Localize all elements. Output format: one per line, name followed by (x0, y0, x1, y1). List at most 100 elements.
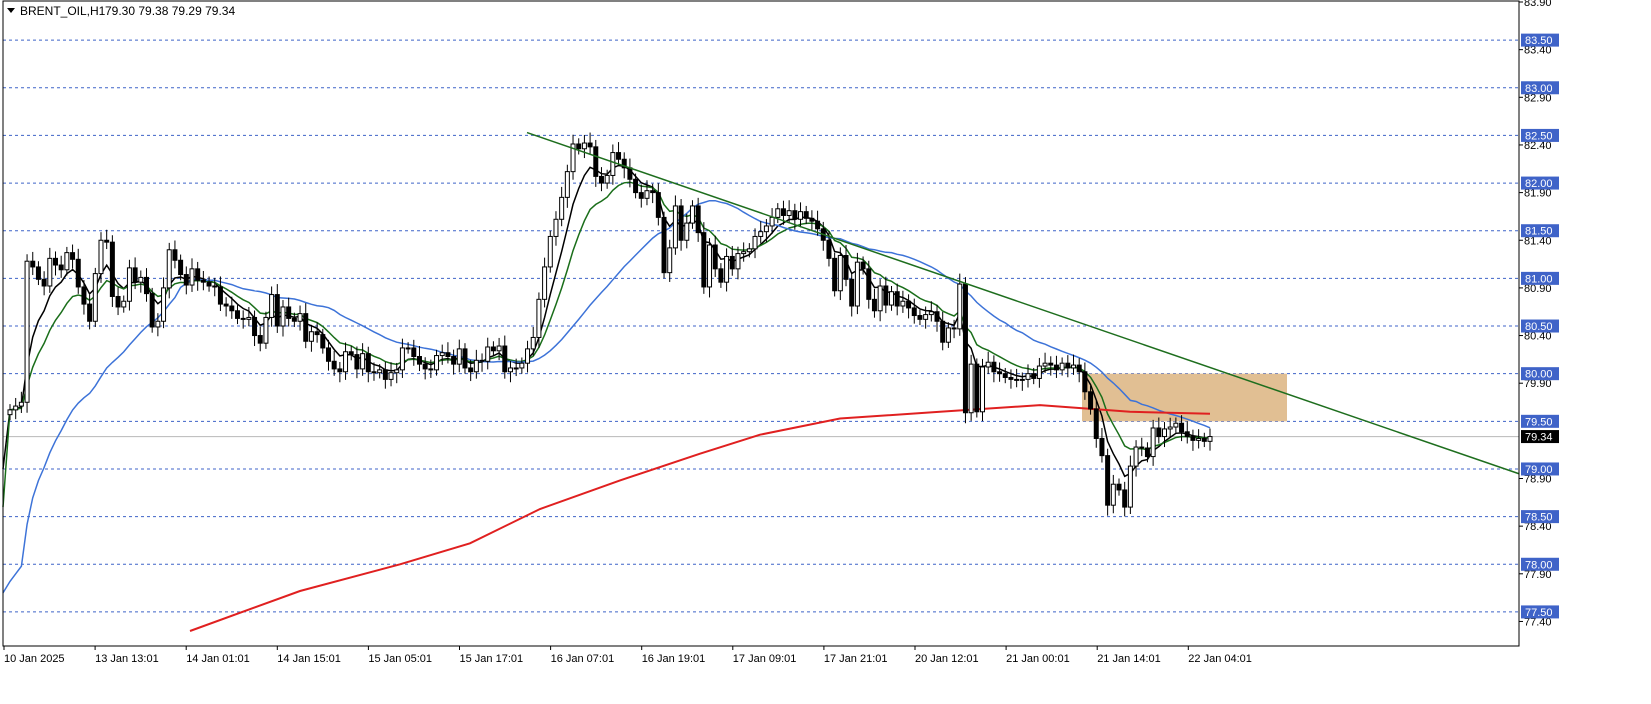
x-tick-label: 21 Jan 00:01 (1006, 653, 1070, 665)
candle (70, 244, 76, 269)
candle (667, 239, 673, 282)
candle (724, 248, 730, 292)
candle (576, 138, 582, 155)
candle (985, 351, 991, 374)
candle (195, 261, 201, 291)
candle (729, 245, 735, 276)
candle (274, 284, 280, 333)
price-chart[interactable]: 83.9083.4082.9082.4081.9081.4080.9080.40… (0, 0, 1651, 704)
candle (234, 305, 240, 325)
x-tick-label: 21 Jan 14:01 (1097, 653, 1161, 665)
candle (877, 279, 883, 322)
candle (308, 324, 314, 352)
candle (1076, 358, 1082, 383)
price-level-text: 82.00 (1525, 178, 1553, 190)
candle (24, 254, 30, 413)
candle (940, 311, 946, 351)
candle (485, 337, 491, 370)
candle (1150, 419, 1156, 466)
candle (957, 273, 963, 336)
candle (115, 287, 121, 316)
candle (906, 294, 912, 319)
candle (570, 134, 576, 180)
candle (58, 255, 64, 278)
candle (98, 232, 104, 283)
candle (553, 211, 559, 246)
candle (889, 285, 895, 311)
candle (360, 343, 366, 376)
price-level-text: 80.00 (1525, 369, 1553, 381)
menu-triangle-icon[interactable] (7, 8, 15, 13)
candle (661, 211, 667, 279)
candle (564, 164, 570, 208)
candle (462, 343, 468, 374)
x-tick-label: 14 Jan 01:01 (186, 653, 250, 665)
price-level-badge: 80.00 (1521, 367, 1559, 381)
candle (598, 167, 604, 192)
candle (581, 134, 587, 159)
candle (337, 361, 343, 383)
candle (832, 252, 838, 297)
candle (490, 341, 496, 357)
y-tick-label: 83.90 (1524, 0, 1552, 9)
x-tick-label: 13 Jan 13:01 (95, 653, 159, 665)
candle (286, 297, 292, 327)
candle (1184, 421, 1190, 444)
price-level-badge: 81.50 (1521, 224, 1559, 238)
candle (41, 271, 47, 296)
candle (593, 139, 599, 187)
price-level-badge: 78.50 (1521, 510, 1559, 524)
price-level-badge: 80.50 (1521, 319, 1559, 333)
supply-zone-box[interactable] (1082, 373, 1287, 422)
grid-layer (3, 39, 1519, 613)
current-price-text: 79.34 (1525, 432, 1553, 444)
candle (1116, 478, 1122, 496)
x-axis: 10 Jan 2025 13 Jan 13:01 14 Jan 01:01 14 Ja… (3, 646, 1252, 665)
candle (911, 298, 917, 324)
ma-slow-line (2, 199, 1211, 594)
candle (280, 300, 286, 337)
descending-trendline[interactable] (526, 131, 1520, 475)
candle (75, 248, 81, 294)
candle (178, 254, 184, 281)
price-level-text: 79.00 (1525, 464, 1553, 476)
header: BRENT_OIL,H1 79.30 79.38 79.29 79.34 (7, 4, 235, 18)
candle (1110, 474, 1116, 514)
candle (803, 205, 809, 225)
candle (303, 303, 309, 349)
symbol-label: BRENT_OIL,H1 (20, 4, 106, 18)
price-level-text: 83.00 (1525, 83, 1553, 95)
candle (35, 261, 41, 286)
candle (655, 183, 661, 226)
chart-root[interactable]: 83.90 83.40 82.90 82.40 81.90 81.40 80.90 80.40… (0, 0, 1651, 704)
candle (968, 354, 974, 421)
candle (547, 230, 553, 273)
current-price-badge: 79.34 (1521, 430, 1559, 444)
candle (314, 322, 320, 343)
candle (149, 287, 155, 333)
price-level-text: 79.50 (1525, 416, 1553, 428)
price-level-badge: 78.00 (1521, 557, 1559, 571)
candle-layer (7, 132, 1213, 517)
candle (1099, 427, 1105, 463)
candle (519, 357, 525, 374)
candle (974, 358, 980, 418)
candle (616, 142, 622, 167)
candle (1105, 448, 1111, 516)
candle (735, 246, 741, 280)
candle (809, 210, 815, 231)
candle (707, 238, 713, 298)
candle (1133, 440, 1139, 477)
frame-layer (2, 0, 1520, 647)
price-level-text: 81.50 (1525, 226, 1553, 238)
candle (399, 338, 405, 378)
x-tick-label: 14 Jan 15:01 (277, 653, 341, 665)
candle (161, 277, 167, 329)
candle (64, 246, 70, 276)
ma-fast-line (2, 164, 1211, 478)
candle (991, 355, 997, 383)
candle (189, 258, 195, 292)
candle (1053, 355, 1059, 378)
candle (684, 213, 690, 249)
x-tick-label: 15 Jan 17:01 (460, 653, 524, 665)
